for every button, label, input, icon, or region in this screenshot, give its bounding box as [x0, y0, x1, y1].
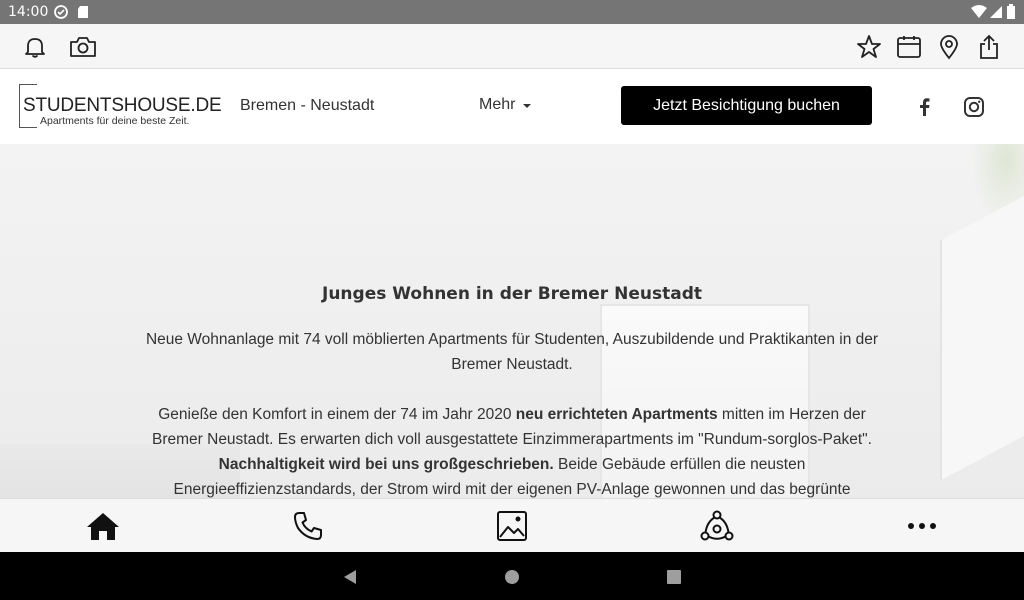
home-icon[interactable] — [85, 509, 121, 543]
home-button-icon[interactable] — [503, 568, 521, 586]
system-navigation-bar — [0, 552, 1024, 600]
status-time: 14:00 — [8, 4, 49, 20]
location-pin-icon[interactable] — [934, 32, 964, 62]
hero-section: Junges Wohnen in der Bremer Neustadt Neu… — [0, 144, 1024, 498]
app-toolbar — [0, 24, 1024, 69]
caret-down-icon — [523, 104, 532, 108]
bell-icon[interactable] — [20, 32, 50, 62]
hero-paragraph-1: Neue Wohnanlage mit 74 voll möblierten A… — [145, 331, 879, 373]
wifi-icon — [970, 4, 988, 25]
star-icon[interactable] — [854, 32, 884, 62]
site-logo[interactable]: STUDENTSHOUSE.DE Apartments für deine be… — [19, 84, 224, 130]
logo-tagline: Apartments für deine beste Zeit. — [40, 115, 190, 127]
battery-icon — [1006, 4, 1016, 25]
signal-icon — [988, 4, 1004, 25]
hero-p2-bold: Nachhaltigkeit wird bei uns großgeschrie… — [218, 456, 554, 473]
bottom-navigation — [0, 498, 1024, 552]
logo-brand: STUDENTSHOUSE.DE — [23, 95, 222, 116]
site-header: STUDENTSHOUSE.DE Apartments für deine be… — [0, 69, 1024, 144]
recents-icon[interactable] — [665, 568, 683, 586]
hero-paragraph-2: Genieße den Komfort in einem der 74 im J… — [132, 402, 892, 498]
share-icon[interactable] — [974, 32, 1004, 62]
camera-icon[interactable] — [68, 32, 98, 62]
sd-card-icon — [76, 4, 90, 25]
background-shelf — [940, 187, 1024, 481]
facebook-icon[interactable] — [912, 95, 936, 119]
book-viewing-button[interactable]: Jetzt Besichtigung buchen — [621, 86, 872, 125]
location-label: Bremen - Neustadt — [240, 97, 375, 114]
more-dots-icon[interactable] — [904, 509, 940, 543]
hero-p2-text: Genieße den Komfort in einem der 74 im J… — [158, 406, 516, 423]
calendar-icon[interactable] — [894, 32, 924, 62]
network-icon[interactable] — [699, 509, 735, 543]
hero-p2-bold: neu errichteten Apartments — [515, 406, 718, 423]
back-icon[interactable] — [341, 568, 359, 586]
data-saver-icon — [53, 4, 69, 25]
more-menu-button[interactable]: Mehr — [479, 96, 532, 114]
status-bar: 14:00 — [0, 0, 1024, 24]
instagram-icon[interactable] — [962, 95, 986, 119]
more-menu-label: Mehr — [479, 96, 516, 113]
image-icon[interactable] — [494, 509, 530, 543]
phone-icon[interactable] — [290, 509, 326, 543]
hero-title: Junges Wohnen in der Bremer Neustadt — [322, 284, 702, 304]
